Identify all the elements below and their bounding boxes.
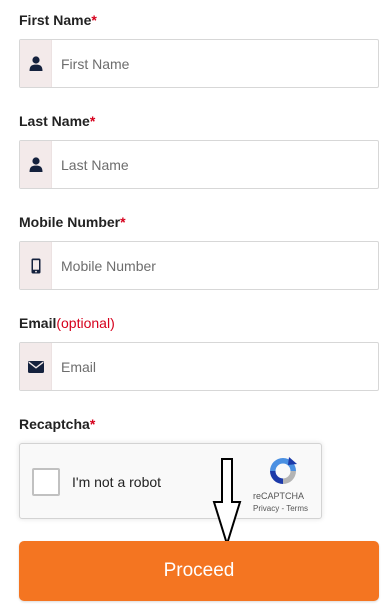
envelope-icon bbox=[20, 343, 52, 390]
recaptcha-checkbox[interactable] bbox=[32, 468, 60, 496]
mobile-number-input[interactable] bbox=[52, 242, 378, 289]
recaptcha-logo-icon bbox=[270, 457, 297, 484]
recaptcha-label: Recaptcha* bbox=[19, 416, 96, 432]
first-name-input-group bbox=[19, 39, 379, 88]
recaptcha-brand: reCAPTCHA bbox=[253, 491, 305, 501]
required-mark: * bbox=[120, 214, 126, 230]
required-mark: * bbox=[89, 416, 96, 432]
recaptcha-widget: I'm not a robot reCAPTCHA Privacy - Term… bbox=[19, 443, 322, 519]
email-label: Email(optional) bbox=[19, 315, 115, 331]
first-name-label: First Name* bbox=[19, 12, 97, 28]
recaptcha-checkbox-label: I'm not a robot bbox=[72, 474, 162, 490]
required-mark: * bbox=[91, 12, 97, 28]
recaptcha-links: Privacy - Terms bbox=[253, 504, 308, 513]
email-input-group bbox=[19, 342, 379, 391]
proceed-button[interactable]: Proceed bbox=[19, 541, 379, 601]
last-name-input[interactable] bbox=[52, 141, 378, 188]
mobile-phone-icon bbox=[20, 242, 52, 289]
mobile-number-input-group bbox=[19, 241, 379, 290]
recaptcha-privacy-link[interactable]: Privacy bbox=[253, 504, 279, 513]
user-icon bbox=[20, 141, 52, 188]
last-name-input-group bbox=[19, 140, 379, 189]
user-icon bbox=[20, 40, 52, 87]
first-name-input[interactable] bbox=[52, 40, 378, 87]
recaptcha-terms-link[interactable]: Terms bbox=[286, 504, 308, 513]
email-input[interactable] bbox=[52, 343, 378, 390]
required-mark: * bbox=[89, 113, 96, 129]
mobile-number-label: Mobile Number* bbox=[19, 214, 126, 230]
last-name-label: Last Name* bbox=[19, 113, 96, 129]
optional-note: (optional) bbox=[56, 315, 115, 331]
